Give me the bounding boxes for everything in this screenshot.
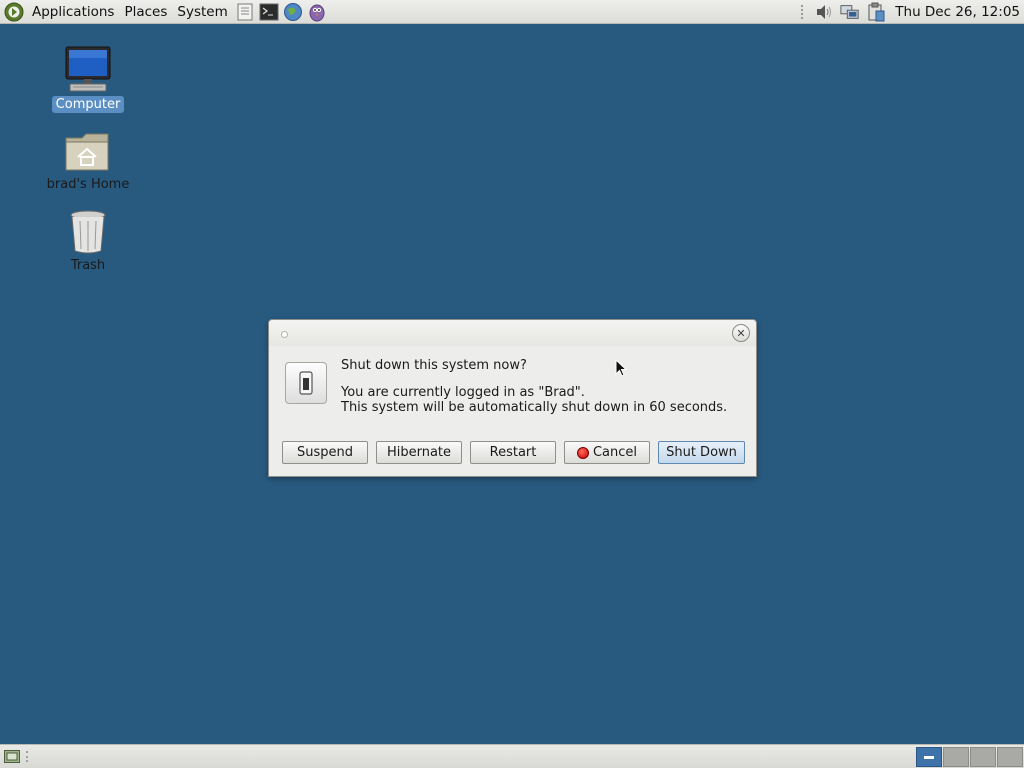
workspace-2[interactable]	[943, 747, 969, 767]
shutdown-label: Shut Down	[666, 445, 737, 460]
panel-separator	[801, 4, 807, 19]
network-icon[interactable]	[840, 2, 860, 22]
hibernate-button[interactable]: Hibernate	[376, 441, 462, 464]
bottom-panel	[0, 744, 1024, 768]
suspend-button[interactable]: Suspend	[282, 441, 368, 464]
window-menu-icon[interactable]	[281, 331, 288, 338]
desktop-icon-label: Computer	[51, 96, 125, 113]
system-menu[interactable]: System	[172, 0, 232, 24]
workspace-3[interactable]	[970, 747, 996, 767]
computer-icon	[64, 46, 112, 94]
desktop-icon-computer[interactable]: Computer	[38, 46, 138, 113]
desktop-icon-trash[interactable]: Trash	[38, 207, 138, 274]
applications-menu[interactable]: Applications	[27, 0, 119, 24]
shutdown-dialog: ✕ Shut down this system now? You are cur…	[268, 319, 757, 477]
mate-logo-icon[interactable]	[3, 1, 25, 23]
top-panel: Applications Places System Thu Dec 26, 1…	[0, 0, 1024, 24]
text-editor-icon[interactable]	[235, 2, 255, 22]
workspace-switcher	[915, 747, 1023, 767]
dialog-titlebar[interactable]: ✕	[269, 320, 756, 346]
cancel-button[interactable]: Cancel	[564, 441, 650, 464]
trash-icon	[64, 207, 112, 255]
restart-button[interactable]: Restart	[470, 441, 556, 464]
desktop-icon-home[interactable]: brad's Home	[38, 126, 138, 193]
cancel-label: Cancel	[592, 445, 638, 460]
browser-icon[interactable]	[283, 2, 303, 22]
places-menu[interactable]: Places	[119, 0, 172, 24]
close-icon: ✕	[736, 326, 746, 340]
restart-label: Restart	[489, 445, 537, 460]
clipboard-icon[interactable]	[866, 2, 886, 22]
power-switch-icon	[285, 362, 327, 404]
pidgin-icon[interactable]	[307, 2, 327, 22]
dialog-message-user: You are currently logged in as "Brad".	[341, 385, 585, 400]
hibernate-label: Hibernate	[386, 445, 452, 460]
dialog-question: Shut down this system now?	[341, 358, 527, 373]
workspace-4[interactable]	[997, 747, 1023, 767]
window-thumbnail	[924, 755, 934, 759]
volume-icon[interactable]	[814, 2, 834, 22]
suspend-label: Suspend	[296, 445, 353, 460]
close-button[interactable]: ✕	[732, 324, 750, 342]
desktop-icon-label: brad's Home	[46, 177, 130, 192]
desktop-icon-label: Trash	[70, 258, 106, 273]
clock[interactable]: Thu Dec 26, 12:05	[889, 4, 1024, 20]
dialog-message-countdown: This system will be automatically shut d…	[341, 400, 728, 415]
terminal-icon[interactable]	[259, 2, 279, 22]
shutdown-button[interactable]: Shut Down	[658, 441, 745, 464]
mouse-cursor-icon	[615, 358, 628, 381]
cancel-icon	[576, 446, 589, 459]
show-desktop-icon[interactable]	[4, 750, 20, 763]
workspace-1[interactable]	[916, 747, 942, 767]
home-folder-icon	[64, 126, 112, 174]
panel-separator	[26, 751, 31, 762]
